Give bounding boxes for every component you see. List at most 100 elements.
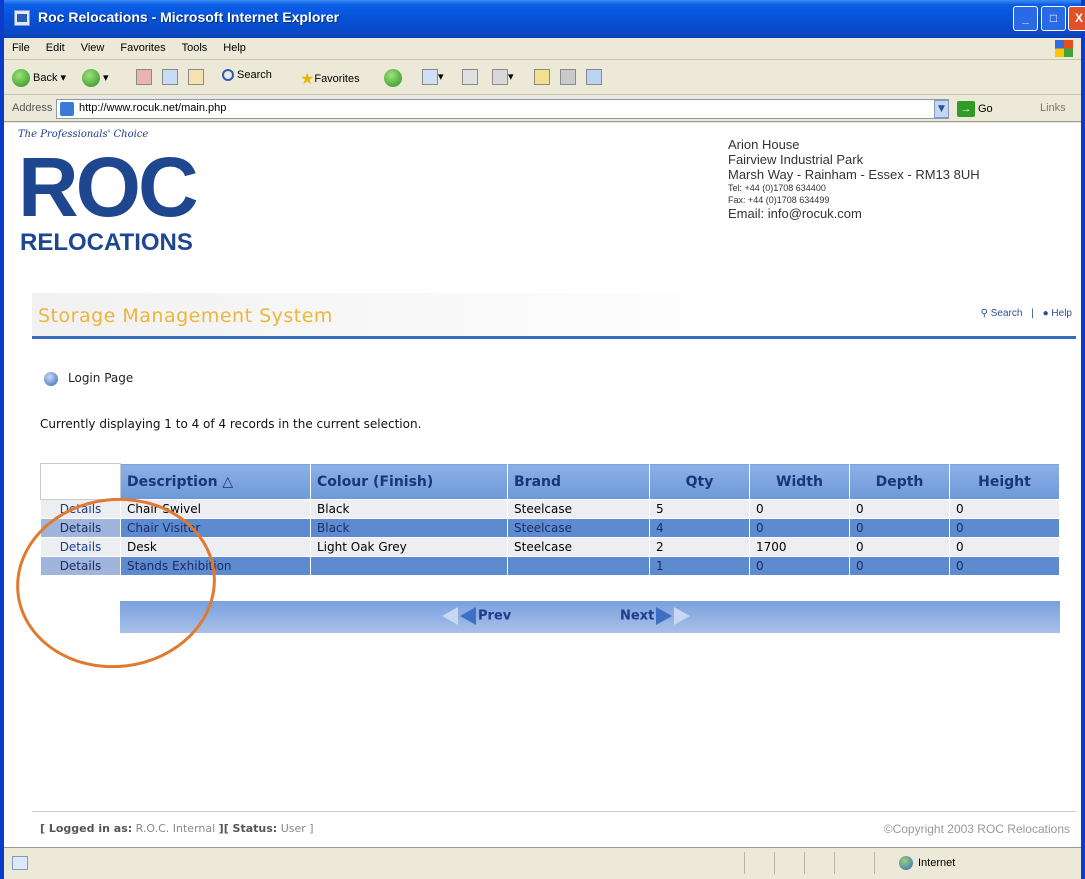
messenger-button[interactable] [586, 69, 602, 85]
cell-width: 0 [749, 556, 850, 576]
favorites-button[interactable]: ★Favorites [300, 69, 360, 89]
company-tagline: The Professionals' Choice [18, 129, 149, 140]
print-button[interactable]: ▾ [492, 69, 514, 85]
column-qty[interactable]: Qty [649, 463, 750, 500]
email: Email: info@rocuk.com [728, 206, 862, 221]
fax: Fax: +44 (0)1708 634499 [728, 195, 830, 205]
back-arrow-icon [12, 69, 30, 87]
stop-button[interactable] [136, 69, 152, 85]
search-icon: ⚲ [980, 308, 988, 319]
back-button[interactable]: Back ▾ [12, 69, 66, 87]
menu-help[interactable]: Help [215, 38, 254, 54]
status-label: ][ Status: [218, 822, 278, 835]
records-summary: Currently displaying 1 to 4 of 4 records… [40, 417, 422, 431]
status-divider [804, 852, 805, 874]
menu-file[interactable]: File [4, 38, 38, 54]
search-link[interactable]: Search [991, 308, 1023, 319]
home-icon [188, 69, 204, 85]
help-link[interactable]: Help [1051, 308, 1072, 319]
column-description[interactable]: Description △ [120, 463, 311, 500]
refresh-button[interactable] [162, 69, 178, 85]
prev-arrow-icon [460, 607, 476, 625]
menu-tools[interactable]: Tools [174, 38, 216, 54]
window-title: Roc Relocations - Microsoft Internet Exp… [38, 9, 340, 25]
column-brand[interactable]: Brand [507, 463, 650, 500]
cell-height: 0 [949, 518, 1060, 538]
address-input[interactable]: http://www.rocuk.net/main.php [56, 99, 949, 119]
column-height[interactable]: Height [949, 463, 1060, 500]
next-button[interactable]: Next [620, 607, 691, 625]
home-button[interactable] [188, 69, 204, 85]
status-bar: Internet [4, 847, 1081, 879]
cell-qty: 1 [649, 556, 750, 576]
maximize-button[interactable]: □ [1041, 6, 1066, 31]
logo-roc-text: ROC [18, 140, 199, 234]
history-button[interactable]: ▾ [422, 69, 444, 85]
edit-icon [534, 69, 550, 85]
search-button[interactable]: Search [222, 69, 272, 82]
table-row: Details Chair Swivel Black Steelcase 5 0… [40, 499, 1060, 519]
next-arrow-icon [674, 607, 691, 625]
forward-button[interactable]: ▾ [82, 69, 109, 87]
address-dropdown-button[interactable]: ▼ [934, 100, 949, 118]
page-icon [60, 102, 74, 116]
header-links: ⚲ Search | ● Help [981, 308, 1072, 319]
company-address: Arion House Fairview Industrial Park Mar… [728, 137, 980, 221]
cell-brand: Steelcase [507, 518, 650, 538]
roc-logo: ROC RELOCATIONS [18, 145, 228, 263]
mail-icon [462, 69, 478, 85]
system-title: Storage Management System [38, 305, 333, 327]
status-value: User ] [280, 822, 314, 835]
column-depth[interactable]: Depth [849, 463, 950, 500]
search-icon [222, 69, 234, 82]
cell-qty: 5 [649, 499, 750, 519]
links-button[interactable]: Links [1040, 102, 1066, 114]
column-width[interactable]: Width [749, 463, 850, 500]
go-button[interactable]: → Go [957, 101, 993, 117]
refresh-icon [162, 69, 178, 85]
menu-favorites[interactable]: Favorites [112, 38, 173, 54]
menu-view[interactable]: View [73, 38, 113, 54]
cell-colour: Light Oak Grey [310, 537, 508, 557]
cell-qty: 4 [649, 518, 750, 538]
messenger-icon [586, 69, 602, 85]
title-bar: Roc Relocations - Microsoft Internet Exp… [4, 0, 1085, 38]
close-button[interactable]: X [1068, 6, 1085, 31]
media-icon [384, 69, 402, 87]
system-header-bar: Storage Management System ⚲ Search | ● H… [32, 293, 1076, 339]
cell-height: 0 [949, 499, 1060, 519]
cell-depth: 0 [849, 499, 950, 519]
page-status-icon [12, 856, 28, 870]
toolbar: Back ▾ ▾ Search ★Favorites ▾ ▾ [4, 61, 1081, 95]
address-bar: Address http://www.rocuk.net/main.php ▼ … [4, 96, 1081, 122]
favorites-star-icon: ★ [300, 71, 315, 88]
page-footer: [ Logged in as: R.O.C. Internal ][ Statu… [32, 811, 1076, 845]
login-status: [ Logged in as: R.O.C. Internal ][ Statu… [40, 822, 314, 835]
cell-colour [310, 556, 508, 576]
media-button[interactable] [384, 69, 405, 87]
discuss-button[interactable] [560, 69, 576, 85]
stop-icon [136, 69, 152, 85]
browser-window: Roc Relocations - Microsoft Internet Exp… [0, 0, 1085, 879]
address-line-2: Fairview Industrial Park [728, 152, 864, 167]
column-colour[interactable]: Colour (Finish) [310, 463, 508, 500]
cell-width: 0 [749, 518, 850, 538]
cell-qty: 2 [649, 537, 750, 557]
prev-arrow-icon [442, 607, 458, 625]
minimize-button[interactable]: _ [1013, 6, 1038, 31]
status-divider [774, 852, 775, 874]
mail-button[interactable] [462, 69, 478, 85]
copyright: ©Copyright 2003 ROC Relocations [883, 822, 1070, 836]
history-icon [422, 69, 438, 85]
logged-in-label: [ Logged in as: [40, 822, 133, 835]
help-icon: ● [1042, 308, 1049, 319]
status-divider [874, 852, 875, 874]
edit-button[interactable] [534, 69, 550, 85]
prev-button[interactable]: Prev [442, 607, 511, 625]
menu-edit[interactable]: Edit [38, 38, 73, 54]
pagination-bar: Prev Next [120, 601, 1060, 633]
forward-arrow-icon [82, 69, 100, 87]
go-arrow-icon: → [957, 101, 975, 117]
menu-bar: File Edit View Favorites Tools Help [4, 38, 1081, 60]
login-page-link[interactable]: Login Page [44, 371, 133, 386]
